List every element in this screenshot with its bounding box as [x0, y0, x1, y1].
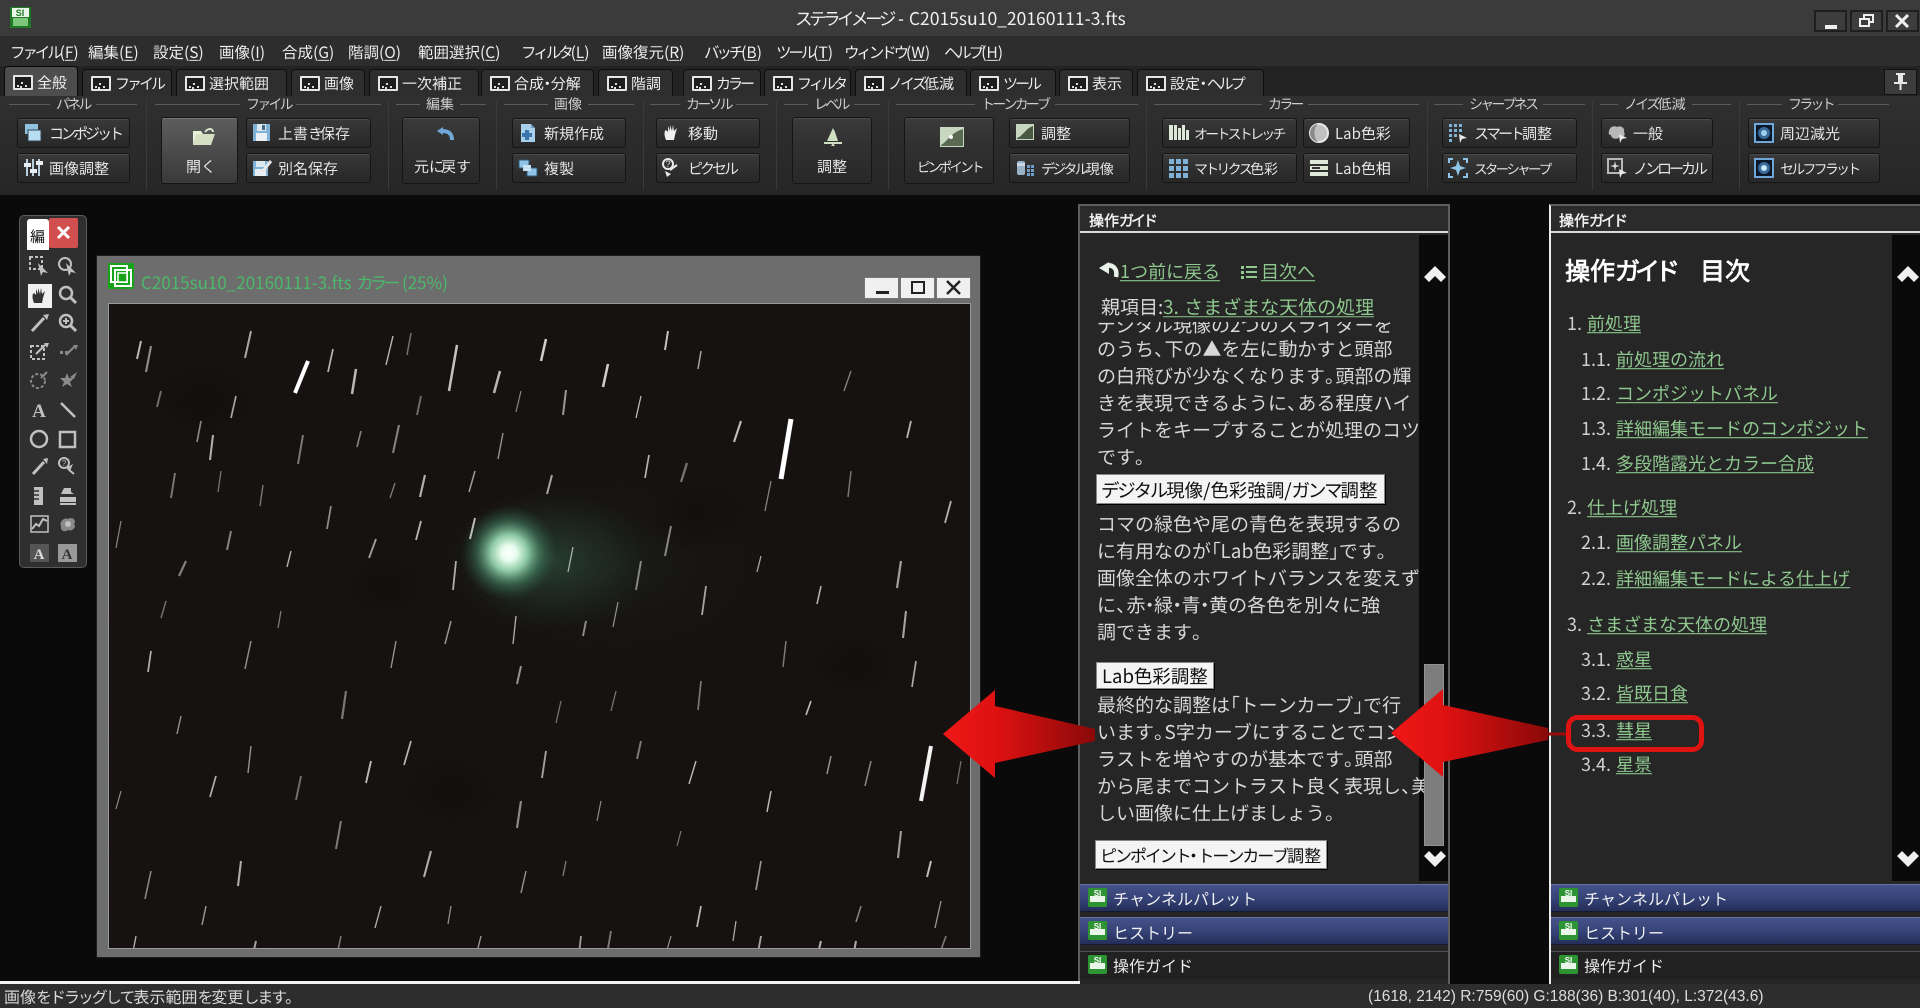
- svg-text:A: A: [32, 401, 46, 422]
- svg-text:SI: SI: [1565, 889, 1573, 898]
- svg-text:SI: SI: [16, 8, 25, 18]
- svg-text:SI: SI: [1565, 956, 1573, 965]
- svg-text:SI: SI: [1565, 922, 1573, 931]
- svg-text:SI: SI: [1094, 956, 1102, 965]
- svg-text:?: ?: [62, 459, 67, 468]
- svg-text:A: A: [34, 547, 45, 563]
- svg-text:A: A: [62, 547, 73, 563]
- svg-text:SI: SI: [1094, 889, 1102, 898]
- svg-text:SI: SI: [1094, 922, 1102, 931]
- svg-text:?: ?: [665, 159, 670, 169]
